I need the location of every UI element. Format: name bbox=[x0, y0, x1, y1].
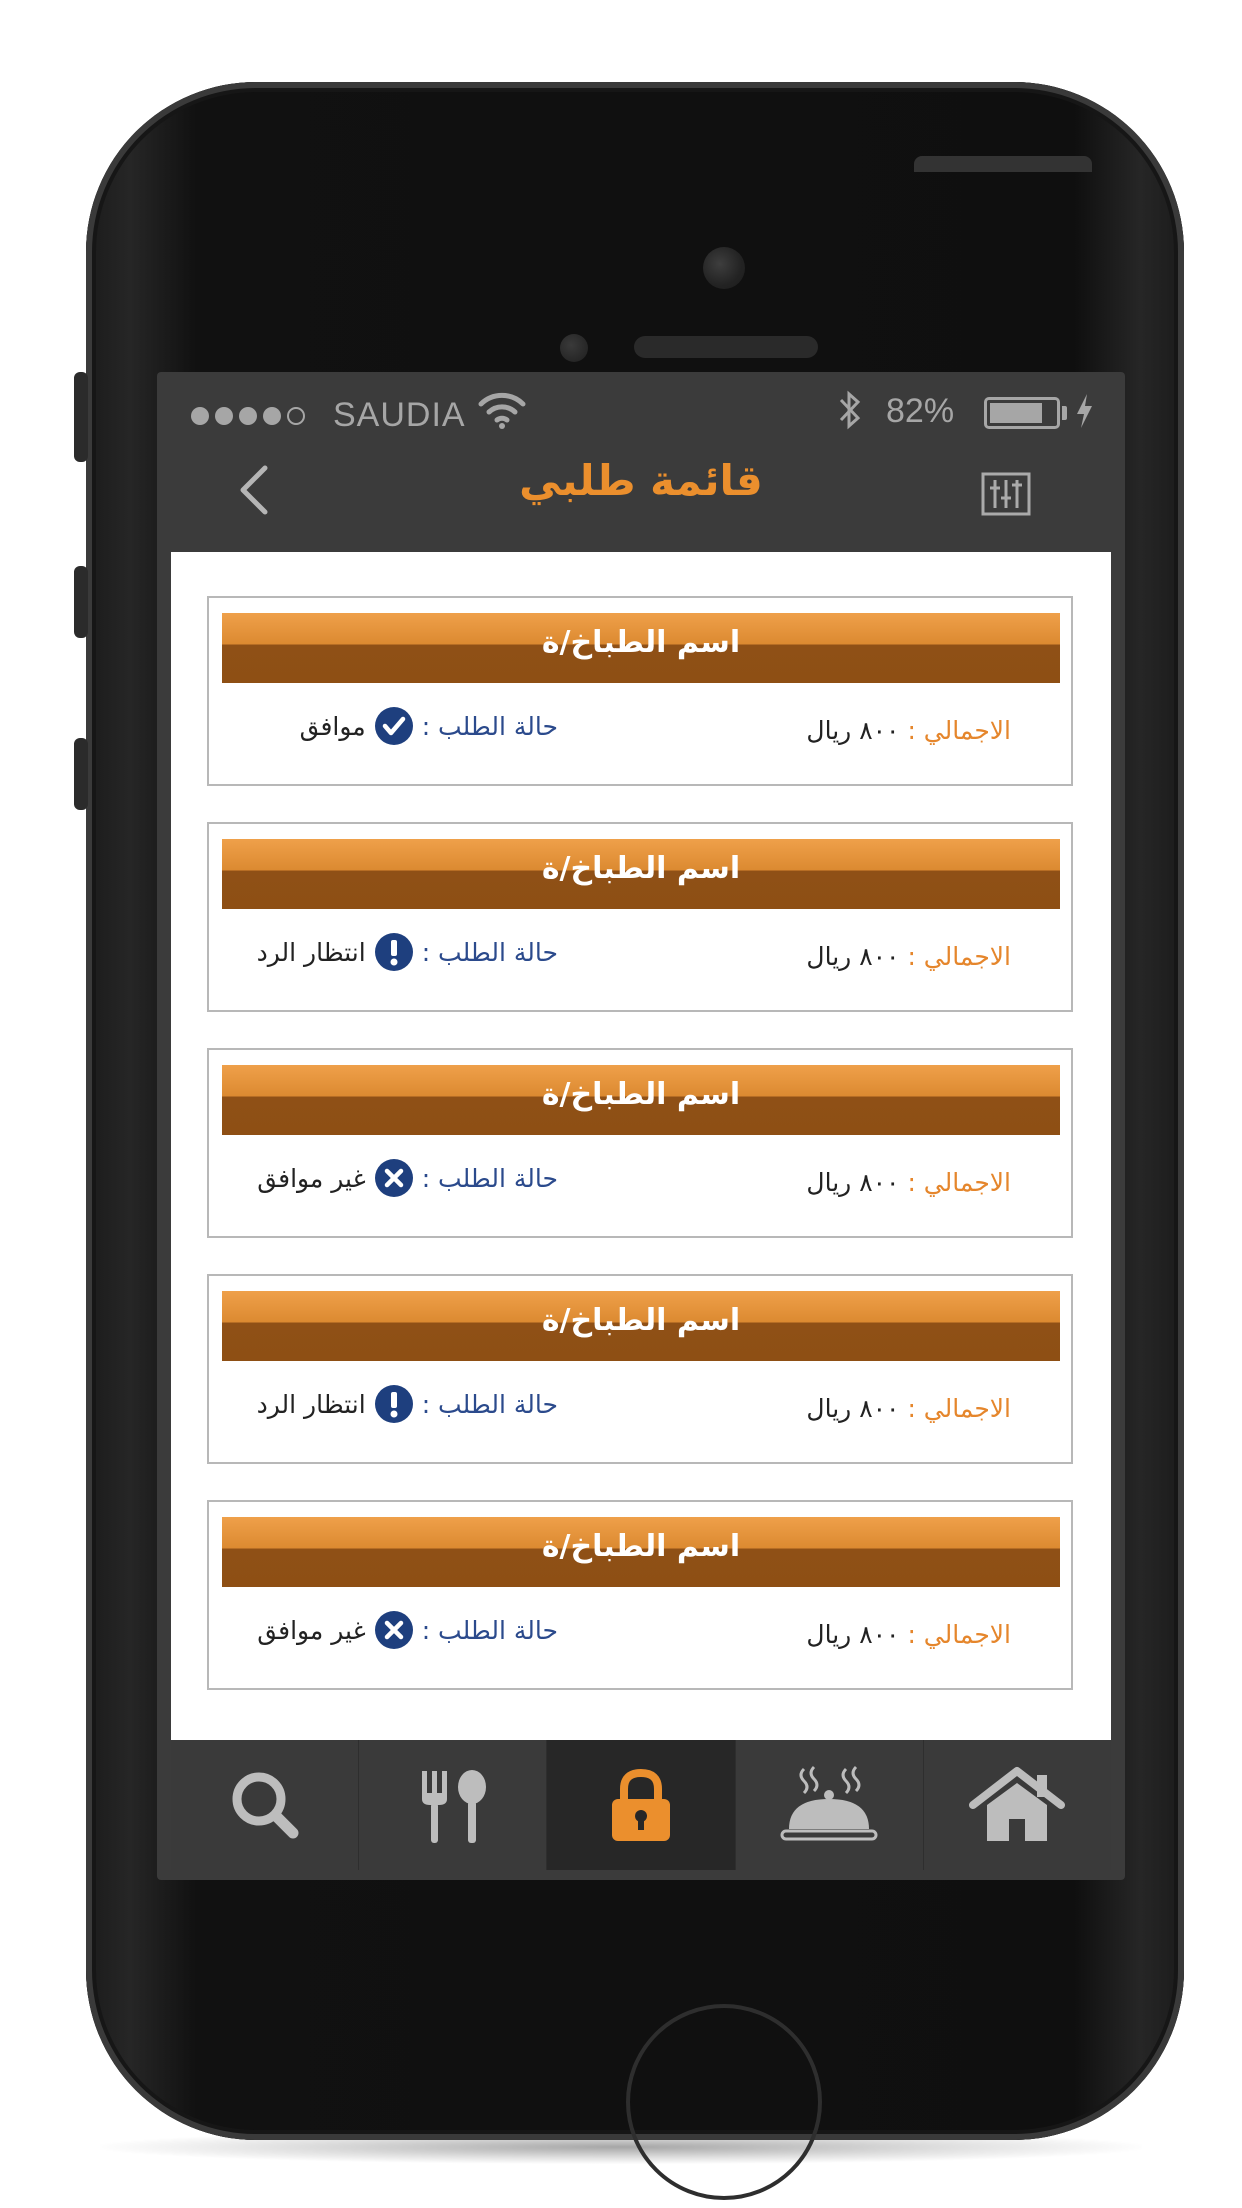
order-total: الاجمالي : ٨٠٠ ريال bbox=[806, 942, 1011, 971]
chef-header: اسم الطباخ/ة bbox=[222, 1065, 1060, 1135]
total-value: ٨٠٠ ريال bbox=[806, 1394, 900, 1423]
proximity-sensor bbox=[560, 334, 588, 362]
status-label: حالة الطلب : bbox=[421, 937, 558, 967]
order-total: الاجمالي : ٨٠٠ ريال bbox=[806, 716, 1011, 745]
order-card[interactable]: اسم الطباخ/ة الاجمالي : ٨٠٠ ريال حالة ال… bbox=[207, 1274, 1073, 1464]
status-label: حالة الطلب : bbox=[421, 1389, 558, 1419]
carrier-name: SAUDIA bbox=[333, 396, 466, 434]
total-value: ٨٠٠ ريال bbox=[806, 942, 900, 971]
total-value: ٨٠٠ ريال bbox=[806, 1168, 900, 1197]
tab-menu[interactable] bbox=[359, 1740, 548, 1870]
serving-dish-icon bbox=[780, 1765, 878, 1841]
tab-home[interactable] bbox=[924, 1740, 1111, 1870]
total-label: الاجمالي : bbox=[907, 716, 1011, 745]
fork-spoon-icon bbox=[421, 1770, 486, 1843]
total-label: الاجمالي : bbox=[907, 1620, 1011, 1649]
status-bar: SAUDIA 82% bbox=[157, 372, 1125, 442]
total-label: الاجمالي : bbox=[907, 1168, 1011, 1197]
chef-name: اسم الطباخ/ة bbox=[541, 1303, 741, 1338]
check-circle-icon bbox=[374, 707, 413, 745]
order-card[interactable]: اسم الطباخ/ة الاجمالي : ٨٠٠ ريال حالة ال… bbox=[207, 596, 1073, 786]
tab-search[interactable] bbox=[171, 1740, 360, 1870]
chef-name: اسم الطباخ/ة bbox=[541, 1077, 741, 1112]
lock-icon bbox=[612, 1768, 670, 1841]
total-value: ٨٠٠ ريال bbox=[806, 716, 900, 745]
power-button bbox=[914, 156, 1092, 172]
order-card[interactable]: اسم الطباخ/ة الاجمالي : ٨٠٠ ريال حالة ال… bbox=[207, 1048, 1073, 1238]
tab-orders[interactable] bbox=[547, 1740, 736, 1870]
status-label: حالة الطلب : bbox=[421, 1163, 558, 1193]
battery-fill bbox=[990, 403, 1042, 423]
status-label: حالة الطلب : bbox=[421, 1615, 558, 1645]
x-circle-icon bbox=[374, 1611, 413, 1649]
status-value: موافق bbox=[299, 711, 366, 741]
app-screen: SAUDIA 82% قائمة طلبي اسم الطباخ/ة الاجم… bbox=[157, 372, 1125, 1880]
chef-header: اسم الطباخ/ة bbox=[222, 613, 1060, 683]
chef-header: اسم الطباخ/ة bbox=[222, 839, 1060, 909]
battery-icon bbox=[984, 397, 1060, 429]
charging-icon bbox=[1077, 394, 1092, 428]
order-status: حالة الطلب : غير موافق bbox=[224, 1158, 558, 1198]
order-card[interactable]: اسم الطباخ/ة الاجمالي : ٨٠٠ ريال حالة ال… bbox=[207, 1500, 1073, 1690]
home-icon bbox=[969, 1767, 1066, 1841]
earpiece-speaker bbox=[634, 336, 818, 358]
chef-name: اسم الطباخ/ة bbox=[541, 1529, 741, 1564]
navigation-bar: قائمة طلبي bbox=[157, 442, 1125, 552]
x-circle-icon bbox=[374, 1159, 413, 1197]
chef-header: اسم الطباخ/ة bbox=[222, 1517, 1060, 1587]
status-value: غير موافق bbox=[257, 1163, 366, 1193]
status-label: حالة الطلب : bbox=[421, 711, 558, 741]
order-status: حالة الطلب : غير موافق bbox=[224, 1610, 558, 1650]
order-total: الاجمالي : ٨٠٠ ريال bbox=[806, 1394, 1011, 1423]
chef-name: اسم الطباخ/ة bbox=[541, 625, 741, 660]
tab-dishes[interactable] bbox=[736, 1740, 924, 1870]
volume-up-button bbox=[74, 566, 88, 638]
status-value: غير موافق bbox=[257, 1615, 366, 1645]
home-button[interactable] bbox=[626, 2004, 822, 2200]
orders-list: اسم الطباخ/ة الاجمالي : ٨٠٠ ريال حالة ال… bbox=[171, 552, 1111, 1740]
exclamation-circle-icon bbox=[374, 1385, 413, 1423]
back-chevron-icon[interactable] bbox=[225, 460, 285, 520]
order-status: حالة الطلب : انتظار الرد bbox=[224, 1384, 558, 1424]
exclamation-circle-icon bbox=[374, 933, 413, 971]
order-total: الاجمالي : ٨٠٠ ريال bbox=[806, 1620, 1011, 1649]
chef-name: اسم الطباخ/ة bbox=[541, 851, 741, 886]
total-value: ٨٠٠ ريال bbox=[806, 1620, 900, 1649]
status-value: انتظار الرد bbox=[256, 937, 366, 967]
signal-strength-icon bbox=[191, 407, 305, 425]
bluetooth-icon bbox=[839, 390, 861, 430]
battery-percentage: 82% bbox=[886, 392, 955, 430]
status-value: انتظار الرد bbox=[256, 1389, 366, 1419]
sliders-icon[interactable] bbox=[981, 472, 1031, 516]
mute-switch bbox=[74, 372, 88, 462]
tab-bar bbox=[171, 1740, 1111, 1870]
chef-header: اسم الطباخ/ة bbox=[222, 1291, 1060, 1361]
order-total: الاجمالي : ٨٠٠ ريال bbox=[806, 1168, 1011, 1197]
page-title: قائمة طلبي bbox=[519, 456, 763, 505]
front-camera bbox=[703, 247, 745, 289]
battery-tip bbox=[1062, 406, 1067, 420]
wifi-icon bbox=[478, 392, 526, 429]
order-status: حالة الطلب : موافق bbox=[224, 706, 558, 746]
search-icon bbox=[232, 1772, 299, 1839]
total-label: الاجمالي : bbox=[907, 942, 1011, 971]
total-label: الاجمالي : bbox=[907, 1394, 1011, 1423]
order-status: حالة الطلب : انتظار الرد bbox=[224, 932, 558, 972]
volume-down-button bbox=[74, 738, 88, 810]
order-card[interactable]: اسم الطباخ/ة الاجمالي : ٨٠٠ ريال حالة ال… bbox=[207, 822, 1073, 1012]
